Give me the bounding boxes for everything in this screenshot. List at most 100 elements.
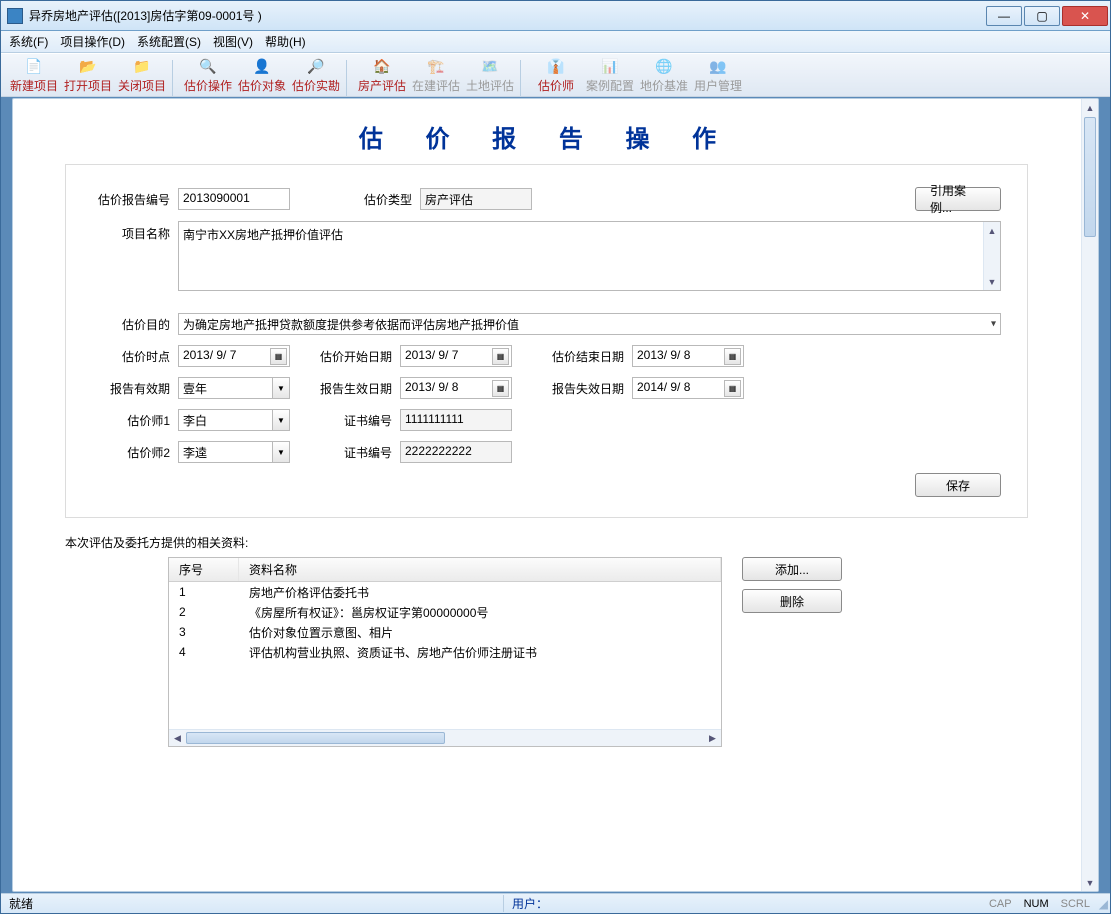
scroll-down-icon[interactable]: ▼ — [984, 273, 1000, 290]
tb-new-project[interactable]: 📄新建项目 — [7, 54, 61, 96]
label-end: 估价结束日期 — [512, 348, 632, 365]
input-cert2: 2222222222 — [400, 441, 512, 463]
date-end[interactable]: 2013/ 9/ 8▦ — [632, 345, 744, 367]
toolbar-separator — [172, 60, 178, 96]
calendar-icon[interactable]: ▦ — [724, 348, 741, 365]
minimize-button[interactable]: — — [986, 6, 1022, 26]
label-start: 估价开始日期 — [290, 348, 400, 365]
close-button[interactable]: ✕ — [1062, 6, 1108, 26]
date-start[interactable]: 2013/ 9/ 7▦ — [400, 345, 512, 367]
tb-appraisal-object[interactable]: 👤估价对象 — [235, 54, 289, 96]
materials-label: 本次评估及委托方提供的相关资料: — [65, 534, 1080, 551]
label-point: 估价时点 — [92, 348, 178, 365]
scroll-left-icon[interactable]: ◀ — [169, 733, 186, 744]
label-appraiser1: 估价师1 — [92, 412, 178, 429]
textarea-scrollbar[interactable]: ▲ ▼ — [983, 222, 1000, 290]
reference-case-button[interactable]: 引用案例... — [915, 187, 1001, 211]
combo-purpose[interactable]: 为确定房地产抵押贷款额度提供参考依据而评估房地产抵押价值 — [178, 313, 1001, 335]
table-row[interactable]: 4评估机构营业执照、资质证书、房地产估价师注册证书 — [169, 642, 721, 662]
menu-help[interactable]: 帮助(H) — [265, 33, 306, 50]
label-expire: 报告失效日期 — [512, 380, 632, 397]
tb-open-project[interactable]: 📂打开项目 — [61, 54, 115, 96]
cell-no: 3 — [169, 625, 239, 639]
menu-view[interactable]: 视图(V) — [213, 33, 253, 50]
label-type: 估价类型 — [290, 191, 420, 208]
maximize-icon: ▢ — [1036, 9, 1047, 23]
toolbar-separator — [520, 60, 526, 96]
date-point[interactable]: 2013/ 9/ 7▦ — [178, 345, 290, 367]
label-report-no: 估价报告编号 — [92, 191, 178, 208]
content: 估 价 报 告 操 作 估价报告编号 2013090001 估价类型 房产评估 … — [13, 99, 1080, 891]
table-row[interactable]: 1房地产价格评估委托书 — [169, 582, 721, 602]
status-user: 用户： — [503, 895, 983, 912]
horizontal-scrollbar[interactable]: ◀ ▶ — [169, 729, 721, 746]
tb-building-appraisal[interactable]: 🏗️在建评估 — [409, 54, 463, 96]
chevron-down-icon: ▼ — [272, 442, 289, 462]
input-report-no[interactable]: 2013090001 — [178, 188, 290, 210]
materials-actions: 添加... 删除 — [742, 557, 842, 747]
tb-site-survey[interactable]: 🔎估价实勘 — [289, 54, 343, 96]
tb-land-appraisal[interactable]: 🗺️土地评估 — [463, 54, 517, 96]
date-effect[interactable]: 2013/ 9/ 8▦ — [400, 377, 512, 399]
tb-land-base[interactable]: 🌐地价基准 — [637, 54, 691, 96]
resize-grip-icon[interactable]: ◢ — [1096, 897, 1110, 911]
new-file-icon: 📄 — [24, 57, 44, 75]
tb-user-mgmt[interactable]: 👥用户管理 — [691, 54, 745, 96]
open-folder-icon: 📂 — [78, 57, 98, 75]
combo-valid[interactable]: 壹年▼ — [178, 377, 290, 399]
table-row[interactable]: 2《房屋所有权证》：邕房权证字第00000000号 — [169, 602, 721, 622]
appraiser-icon: 👔 — [546, 57, 566, 75]
col-header-name[interactable]: 资料名称 — [239, 558, 721, 581]
calendar-icon[interactable]: ▦ — [492, 380, 509, 397]
calendar-icon[interactable]: ▦ — [492, 348, 509, 365]
scroll-thumb[interactable] — [1084, 117, 1096, 237]
textarea-project-name[interactable]: 南宁市XX房地产抵押价值评估 ▲ ▼ — [178, 221, 1001, 291]
label-cert1: 证书编号 — [290, 412, 400, 429]
scroll-right-icon[interactable]: ▶ — [704, 733, 721, 744]
menu-project[interactable]: 项目操作(D) — [60, 33, 125, 50]
window-title: 异乔房地产评估([2013]房估字第09-0001号 ) — [29, 7, 984, 24]
vertical-scrollbar[interactable]: ▲ ▼ — [1081, 99, 1098, 891]
house-icon: 🏠 — [372, 57, 392, 75]
delete-material-button[interactable]: 删除 — [742, 589, 842, 613]
title-bar: 异乔房地产评估([2013]房估字第09-0001号 ) — ▢ ✕ — [1, 1, 1110, 31]
col-header-no[interactable]: 序号 — [169, 558, 239, 581]
landbase-icon: 🌐 — [654, 57, 674, 75]
maximize-button[interactable]: ▢ — [1024, 6, 1060, 26]
label-valid: 报告有效期 — [92, 380, 178, 397]
save-button[interactable]: 保存 — [915, 473, 1001, 497]
tb-close-project[interactable]: 📁关闭项目 — [115, 54, 169, 96]
materials-table[interactable]: 序号 资料名称 1房地产价格评估委托书2《房屋所有权证》：邕房权证字第00000… — [168, 557, 722, 747]
cell-name: 估价对象位置示意图、相片 — [239, 624, 721, 641]
label-appraiser2: 估价师2 — [92, 444, 178, 461]
scroll-thumb[interactable] — [186, 732, 445, 744]
cell-name: 《房屋所有权证》：邕房权证字第00000000号 — [239, 604, 721, 621]
combo-appraiser2[interactable]: 李逵▼ — [178, 441, 290, 463]
table-row[interactable]: 3估价对象位置示意图、相片 — [169, 622, 721, 642]
scroll-down-icon[interactable]: ▼ — [1082, 874, 1098, 891]
tb-house-appraisal[interactable]: 🏠房产评估 — [355, 54, 409, 96]
tb-appraisal-op[interactable]: 🔍估价操作 — [181, 54, 235, 96]
indicator-scrl: SCRL — [1055, 898, 1096, 910]
cell-no: 1 — [169, 585, 239, 599]
chevron-down-icon: ▼ — [272, 378, 289, 398]
scroll-track[interactable] — [186, 730, 704, 746]
client-area: ▲ ▼ 估 价 报 告 操 作 估价报告编号 2013090001 估价类型 房… — [12, 98, 1099, 892]
label-cert2: 证书编号 — [290, 444, 400, 461]
tb-case-config[interactable]: 📊案例配置 — [583, 54, 637, 96]
scroll-up-icon[interactable]: ▲ — [1082, 99, 1098, 116]
date-expire[interactable]: 2014/ 9/ 8▦ — [632, 377, 744, 399]
survey-icon: 🔎 — [306, 57, 326, 75]
cell-no: 4 — [169, 645, 239, 659]
magnifier-icon: 🔍 — [198, 57, 218, 75]
calendar-icon[interactable]: ▦ — [270, 348, 287, 365]
tb-appraiser[interactable]: 👔估价师 — [529, 54, 583, 96]
menu-config[interactable]: 系统配置(S) — [137, 33, 201, 50]
add-material-button[interactable]: 添加... — [742, 557, 842, 581]
menu-system[interactable]: 系统(F) — [9, 33, 48, 50]
calendar-icon[interactable]: ▦ — [724, 380, 741, 397]
users-icon: 👥 — [708, 57, 728, 75]
scroll-up-icon[interactable]: ▲ — [984, 222, 1000, 239]
combo-appraiser1[interactable]: 李白▼ — [178, 409, 290, 431]
app-icon — [7, 8, 23, 24]
